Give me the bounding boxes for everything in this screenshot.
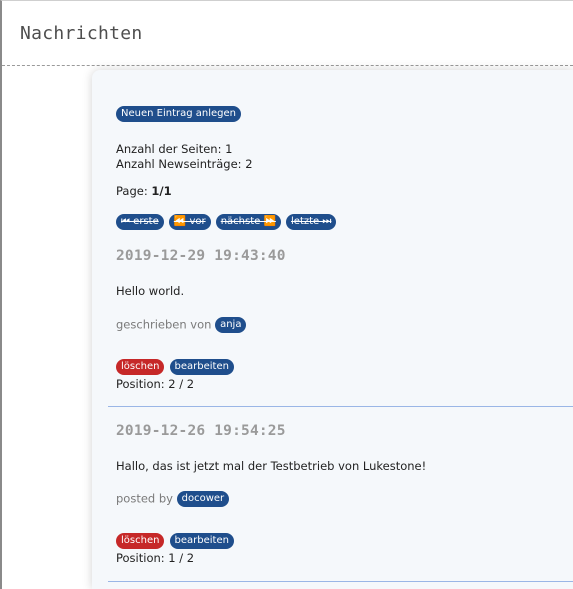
pagination-nav: ⏮ erste ⏪ vor nächste ⏩ letzte ⏭ [116,211,337,230]
entry-count: Anzahl Newseinträge: 2 [116,157,253,171]
entry-text: Hello world. [116,284,185,298]
edit-button[interactable]: bearbeiten [169,532,234,549]
author-badge[interactable]: docower [176,491,230,507]
pagination-label: Page: [116,184,148,198]
entry-position: Position: 1 / 2 [116,551,195,565]
prev-page-button[interactable]: ⏪ vor [168,213,211,230]
last-page-button[interactable]: letzte ⏭ [286,213,337,230]
page-count: Anzahl der Seiten: 1 [116,142,233,156]
news-panel: Neuen Eintrag anlegen Anzahl der Seiten:… [92,70,573,589]
entry-text: Hallo, das ist jetzt mal der Testbetrieb… [116,459,427,473]
pagination-value: 1/1 [151,184,172,198]
entry-date: 2019-12-29 19:43:40 [116,248,286,264]
delete-button[interactable]: löschen [116,532,165,549]
author-prefix: geschrieben von [116,317,212,332]
edit-button[interactable]: bearbeiten [169,358,234,375]
author-prefix: posted by [116,491,173,506]
entry-actions: löschen bearbeiten [116,356,234,375]
entry-author-line: geschrieben von anja [116,317,247,333]
new-entry-button[interactable]: Neuen Eintrag anlegen [116,106,241,122]
first-page-button[interactable]: ⏮ erste [116,213,164,230]
entry-separator [108,581,573,582]
entry-author-line: posted by docower [116,491,230,507]
entry-actions: löschen bearbeiten [116,530,234,549]
entry-position: Position: 2 / 2 [116,377,195,391]
delete-button[interactable]: löschen [116,358,165,375]
page-header: Nachrichten [2,0,573,66]
entry-date: 2019-12-26 19:54:25 [116,423,286,439]
page-title: Nachrichten [20,23,143,44]
next-page-button[interactable]: nächste ⏩ [215,213,281,230]
entry-separator [108,406,573,407]
author-badge[interactable]: anja [215,317,247,333]
pagination-info: Page: 1/1 [116,184,172,198]
